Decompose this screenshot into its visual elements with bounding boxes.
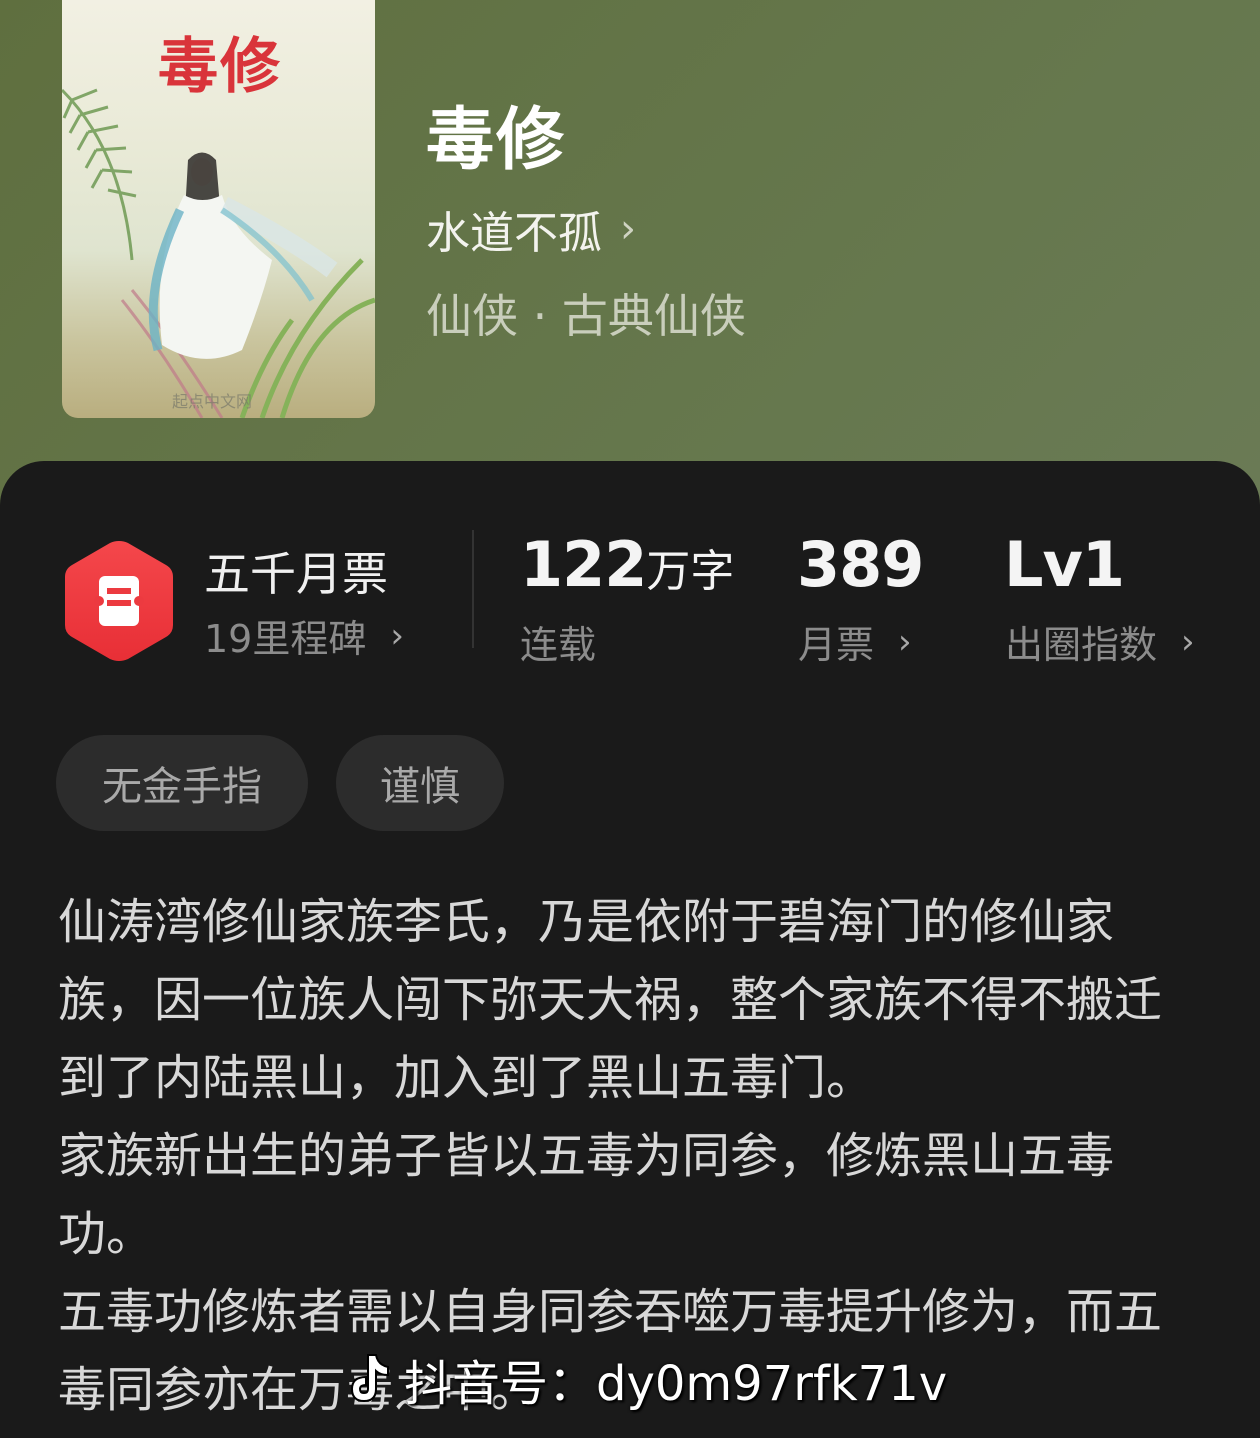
chevron-right-icon: › (1181, 621, 1195, 662)
chevron-right-icon: › (390, 615, 404, 656)
serial-status: 连载 (520, 623, 597, 667)
monthly-votes-label: 月票 (798, 623, 875, 667)
tag-cautious[interactable]: 谨慎 (336, 735, 504, 831)
description-paragraph: 家族新出生的弟子皆以五毒为同参，修炼黑山五毒功。 (58, 1128, 1115, 1262)
author-link[interactable]: 水道不孤 › (426, 197, 636, 261)
popularity-level: Lv1 (1004, 528, 1125, 601)
author-name: 水道不孤 (426, 208, 602, 259)
cover-publisher: 起点中文网 (172, 392, 253, 411)
genre-label: 仙侠 · 古典仙侠 (426, 289, 746, 343)
word-count: 122万字 (520, 528, 734, 601)
description-paragraph: 仙涛湾修仙家族李氏，乃是依附于碧海门的修仙家族，因一位族人闯下弥天大祸，整个家族… (58, 894, 1163, 1106)
badge-title: 五千月票 (204, 547, 388, 601)
milestone-label: 19里程碑 (204, 617, 367, 661)
milestone-link[interactable]: 19里程碑 › (204, 608, 404, 663)
tag-no-golden-finger[interactable]: 无金手指 (56, 735, 308, 831)
book-title: 毒修 (426, 100, 567, 180)
cover-title: 毒修 (158, 32, 282, 102)
book-cover[interactable]: 毒修 起点中文网 (62, 0, 375, 418)
chevron-right-icon: › (620, 206, 636, 252)
watermark-text: 抖音号：dy0m97rfk71v (404, 1356, 948, 1412)
stats-divider (472, 530, 474, 648)
monthly-votes-count: 389 (797, 528, 924, 601)
word-count-number: 122 (520, 528, 647, 601)
ticket-badge-icon (65, 541, 173, 661)
douyin-watermark: 抖音号：dy0m97rfk71v (338, 1344, 947, 1414)
monthly-ticket-badge[interactable] (62, 538, 176, 664)
word-count-unit: 万字 (646, 546, 735, 597)
douyin-logo-icon (350, 1354, 389, 1403)
popularity-index-link[interactable]: 出圈指数 › (1005, 614, 1195, 669)
chevron-right-icon: › (898, 621, 912, 662)
popularity-index-label: 出圈指数 (1005, 623, 1158, 667)
monthly-votes-link[interactable]: 月票 › (798, 614, 912, 669)
